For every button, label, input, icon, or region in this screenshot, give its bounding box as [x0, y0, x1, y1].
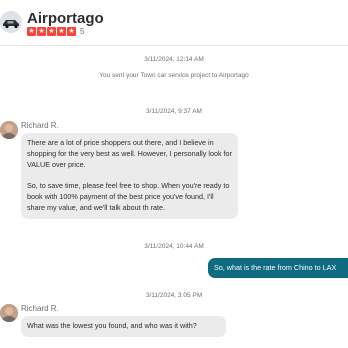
message-timestamp: 3/11/2024, 9:37 AM	[146, 108, 202, 115]
conversation-header: Airportago ★ ★ ★ ★ ★ 5	[0, 0, 348, 46]
sender-name: Richard R.	[21, 121, 59, 130]
business-avatar[interactable]	[0, 11, 22, 33]
incoming-message: What was the lowest you found, and who w…	[21, 316, 226, 337]
review-count: 5	[80, 27, 85, 36]
star-rating: ★ ★ ★ ★ ★	[27, 27, 76, 36]
message-timestamp: 3/11/2024, 3:05 PM	[145, 292, 203, 299]
star-icon: ★	[27, 27, 36, 36]
star-icon: ★	[47, 27, 56, 36]
message-timestamp: 3/11/2024, 12:14 AM	[144, 56, 204, 63]
message-timestamp: 3/11/2024, 10:44 AM	[144, 243, 204, 250]
star-icon: ★	[37, 27, 46, 36]
incoming-message: There are a lot of price shoppers out th…	[21, 133, 238, 219]
star-icon: ★	[57, 27, 66, 36]
message-paragraph: There are a lot of price shoppers out th…	[27, 138, 232, 169]
outgoing-message: So, what is the rate from Chino to LAX	[208, 258, 348, 278]
avatar[interactable]	[0, 121, 18, 139]
avatar[interactable]	[0, 304, 18, 322]
sender-name: Richard R.	[21, 304, 59, 313]
star-icon: ★	[67, 27, 76, 36]
system-note: You sent your Town car service project t…	[99, 72, 249, 79]
message-paragraph: So, to save time, please feel free to sh…	[27, 181, 230, 212]
business-name[interactable]: Airportago	[27, 10, 104, 27]
